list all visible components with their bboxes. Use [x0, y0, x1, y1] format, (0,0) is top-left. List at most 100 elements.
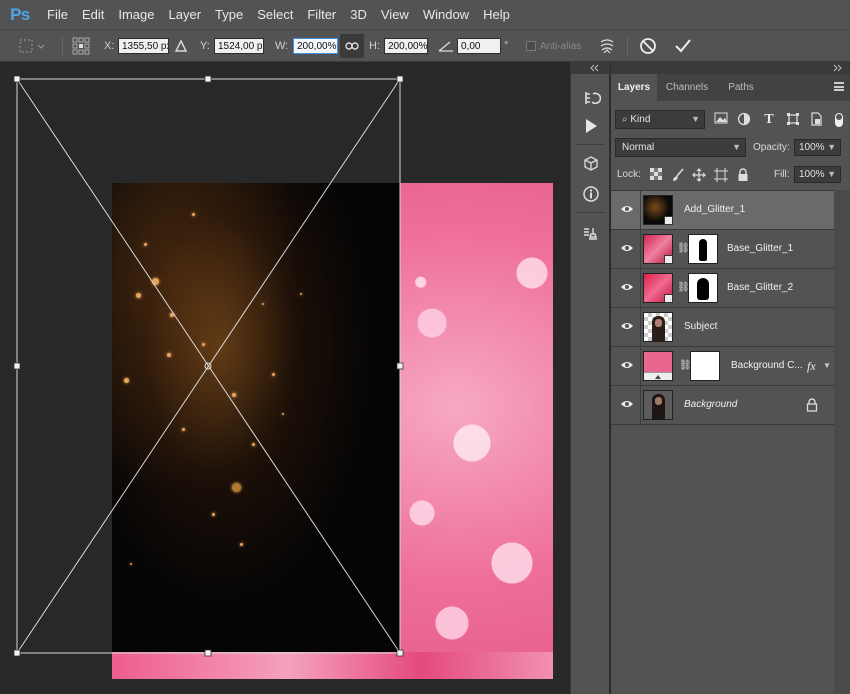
- layer-thumbnail: [643, 390, 673, 420]
- visibility-eye-icon[interactable]: [620, 320, 634, 334]
- x-field[interactable]: 1355,50 px: [118, 38, 169, 54]
- height-field[interactable]: 200,00%: [384, 38, 428, 54]
- link-icon[interactable]: [340, 34, 364, 58]
- chevron-down-icon: ▼: [732, 142, 741, 152]
- fill-field[interactable]: 100% ▼: [794, 166, 841, 183]
- layer-thumbnail: [643, 312, 673, 342]
- menu-filter[interactable]: Filter: [300, 0, 343, 29]
- layer-mask-thumbnail[interactable]: [688, 234, 718, 264]
- expand-effects-chevron-icon[interactable]: ▼: [823, 361, 831, 370]
- filter-pixel-icon[interactable]: [713, 112, 729, 128]
- layer-thumbnail: [643, 234, 673, 264]
- menu-3d[interactable]: 3D: [343, 0, 374, 29]
- layer-row-base-glitter-1[interactable]: ⛓ Base_Glitter_1: [611, 230, 834, 269]
- layer-mask-thumbnail[interactable]: [690, 351, 720, 381]
- lock-position-move-icon[interactable]: [692, 168, 706, 182]
- visibility-eye-icon[interactable]: [620, 359, 634, 373]
- lock-all-icon[interactable]: [736, 168, 750, 182]
- y-field[interactable]: 1524,00 px: [214, 38, 264, 54]
- layer-row-background-color[interactable]: ⛓ Background C... fx ▼: [611, 347, 834, 386]
- degree-unit: °: [504, 40, 509, 52]
- tab-paths[interactable]: Paths: [717, 74, 765, 101]
- transform-bounding-box[interactable]: [0, 62, 570, 694]
- layer-effects-fx-icon[interactable]: fx: [807, 347, 816, 385]
- h-label: H:: [369, 40, 380, 52]
- angle-icon: [438, 30, 454, 62]
- width-field[interactable]: 200,00%: [293, 38, 338, 54]
- layer-locked-icon[interactable]: [806, 398, 818, 415]
- layers-list: Add_Glitter_1 ⛓ Base_Glitter_1 ⛓ Base_Gl…: [611, 190, 834, 430]
- chevron-down-icon: ▼: [827, 142, 836, 152]
- lock-artboard-icon[interactable]: [714, 168, 728, 182]
- filter-adjustment-icon[interactable]: [736, 112, 752, 128]
- chevron-down-icon: ▼: [827, 169, 836, 179]
- filter-shape-icon[interactable]: [785, 112, 801, 128]
- x-label: X:: [104, 40, 115, 52]
- 3d-panel-icon[interactable]: [581, 154, 601, 174]
- chevron-down-icon: ▼: [691, 114, 700, 124]
- layer-name[interactable]: Base_Glitter_2: [727, 269, 793, 307]
- mask-link-icon[interactable]: ⛓: [677, 282, 690, 294]
- layer-name[interactable]: Background: [684, 386, 737, 424]
- history-icon[interactable]: [581, 88, 602, 108]
- opacity-field[interactable]: 100% ▼: [794, 139, 841, 156]
- menu-edit[interactable]: Edit: [75, 0, 111, 29]
- delta-icon[interactable]: [174, 30, 188, 62]
- panel-menu-icon[interactable]: [834, 82, 844, 91]
- layer-name[interactable]: Add_Glitter_1: [684, 191, 745, 229]
- layer-row-base-glitter-2[interactable]: ⛓ Base_Glitter_2: [611, 269, 834, 308]
- cancel-transform-icon[interactable]: [639, 30, 657, 62]
- commit-transform-icon[interactable]: [674, 30, 692, 62]
- menu-file[interactable]: File: [40, 0, 75, 29]
- layer-name[interactable]: Subject: [684, 308, 717, 346]
- blend-mode-select[interactable]: Normal ▼: [615, 138, 746, 157]
- angle-field[interactable]: 0,00: [457, 38, 501, 54]
- menu-window[interactable]: Window: [416, 0, 476, 29]
- w-label: W:: [275, 40, 289, 52]
- layer-name[interactable]: Base_Glitter_1: [727, 230, 793, 268]
- menu-help[interactable]: Help: [476, 0, 517, 29]
- tab-layers[interactable]: Layers: [611, 74, 657, 101]
- filter-toggle-icon[interactable]: [831, 112, 847, 128]
- info-icon[interactable]: [581, 184, 601, 204]
- visibility-eye-icon[interactable]: [620, 242, 634, 256]
- document-canvas[interactable]: [0, 62, 570, 694]
- actions-play-icon[interactable]: [581, 116, 601, 136]
- filter-kind-select[interactable]: ⌕ Kind ▼: [615, 110, 705, 129]
- layers-panel: Layers Channels Paths ⌕ Kind ▼ T Normal …: [611, 62, 850, 694]
- antialias-checkbox[interactable]: [526, 30, 536, 62]
- warp-icon[interactable]: [598, 30, 616, 62]
- menu-type[interactable]: Type: [208, 0, 250, 29]
- mask-link-icon[interactable]: ⛓: [677, 243, 690, 255]
- menu-view[interactable]: View: [374, 0, 416, 29]
- layers-scrollbar[interactable]: [834, 190, 850, 694]
- properties-stamp-icon[interactable]: [581, 224, 601, 244]
- layer-row-background[interactable]: Background: [611, 386, 834, 425]
- lock-transparent-icon[interactable]: [649, 168, 663, 182]
- opacity-label: Opacity:: [753, 142, 790, 153]
- menu-layer[interactable]: Layer: [162, 0, 209, 29]
- mask-link-icon[interactable]: ⛓: [679, 360, 692, 372]
- menu-bar: Ps File Edit Image Layer Type Select Fil…: [0, 0, 850, 29]
- layer-row-subject[interactable]: Subject: [611, 308, 834, 347]
- layer-mask-thumbnail[interactable]: [688, 273, 718, 303]
- kind-label: Kind: [630, 114, 651, 125]
- collapsed-panel-header[interactable]: [570, 62, 610, 74]
- visibility-eye-icon[interactable]: [620, 281, 634, 295]
- visibility-eye-icon[interactable]: [620, 398, 634, 412]
- layer-name[interactable]: Background C...: [731, 347, 803, 385]
- filter-smart-object-icon[interactable]: [808, 112, 824, 128]
- menu-select[interactable]: Select: [250, 0, 300, 29]
- fill-color-thumbnail[interactable]: [643, 351, 673, 381]
- menu-image[interactable]: Image: [111, 0, 161, 29]
- reference-point-icon[interactable]: [71, 30, 91, 62]
- tab-channels[interactable]: Channels: [657, 74, 717, 101]
- filter-type-icon[interactable]: T: [761, 112, 777, 128]
- panel-dock-header[interactable]: [611, 62, 850, 74]
- smart-object-badge-icon: [664, 216, 673, 225]
- lock-pixels-brush-icon[interactable]: [671, 168, 685, 182]
- transform-tool-preset-icon[interactable]: [12, 30, 46, 62]
- collapsed-panels-strip: [570, 74, 610, 694]
- layer-row-add-glitter-1[interactable]: Add_Glitter_1: [611, 191, 834, 230]
- visibility-eye-icon[interactable]: [620, 203, 634, 217]
